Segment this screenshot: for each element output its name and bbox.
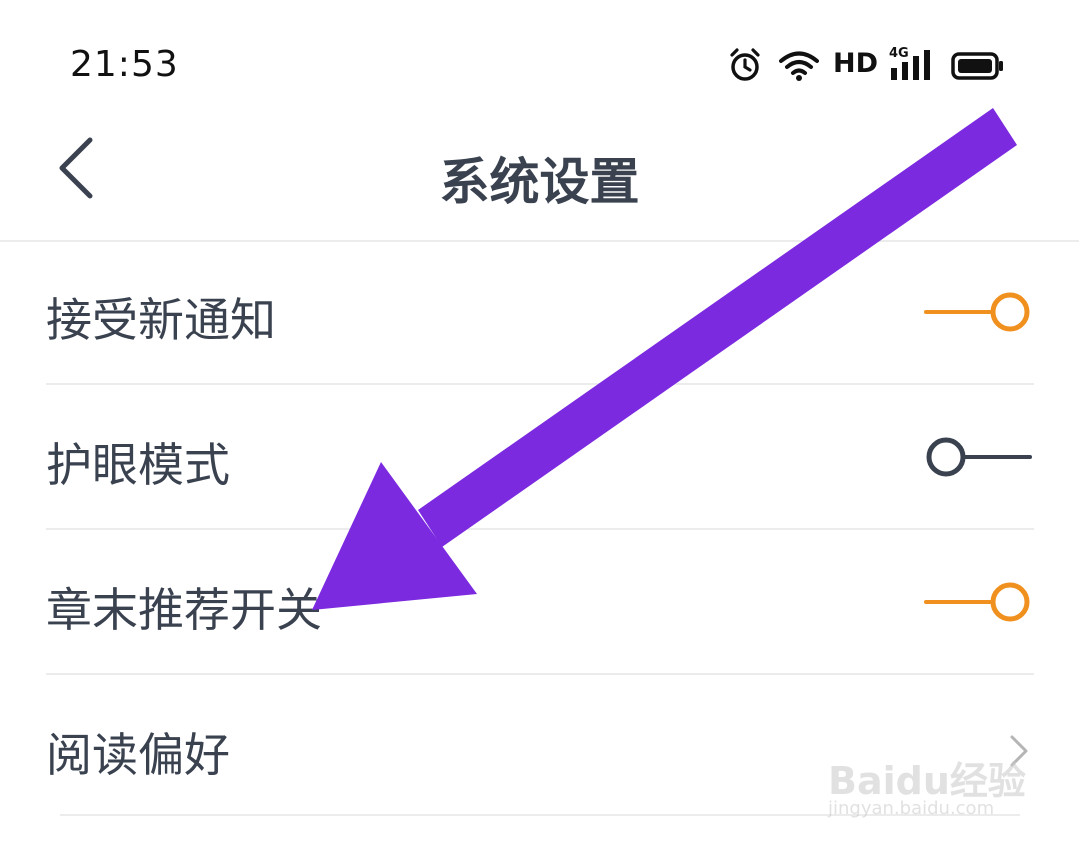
alarm-icon bbox=[730, 48, 760, 81]
setting-label: 护眼模式 bbox=[46, 438, 230, 492]
setting-label: 章末推荐开关 bbox=[46, 583, 322, 637]
nav-bar: 系统设置 bbox=[0, 130, 1079, 242]
cellular-signal-icon bbox=[891, 50, 930, 80]
setting-label: 阅读偏好 bbox=[46, 728, 230, 782]
status-icons: HD 4G bbox=[729, 44, 1019, 88]
hd-label: HD bbox=[833, 48, 879, 79]
chevron-right-icon bbox=[1010, 735, 1028, 767]
battery-icon bbox=[951, 52, 1003, 80]
eye-protection-toggle[interactable] bbox=[924, 435, 1034, 479]
setting-row-eye-protection[interactable]: 护眼模式 bbox=[46, 385, 1034, 530]
settings-list: 接受新通知 护眼模式 章末推荐开关 阅读偏好 bbox=[46, 240, 1034, 818]
notifications-toggle[interactable] bbox=[924, 290, 1034, 334]
status-bar: 21:53 HD 4G bbox=[0, 0, 1079, 130]
divider bbox=[60, 814, 1020, 816]
status-time: 21:53 bbox=[70, 44, 179, 85]
setting-row-notifications[interactable]: 接受新通知 bbox=[46, 240, 1034, 385]
chapter-end-recommend-toggle[interactable] bbox=[924, 580, 1034, 624]
wifi-icon bbox=[779, 51, 819, 81]
setting-row-chapter-end-recommend[interactable]: 章末推荐开关 bbox=[46, 530, 1034, 675]
setting-label: 接受新通知 bbox=[46, 293, 276, 347]
setting-row-reading-preference[interactable]: 阅读偏好 bbox=[46, 675, 1034, 818]
page-title: 系统设置 bbox=[439, 153, 640, 211]
